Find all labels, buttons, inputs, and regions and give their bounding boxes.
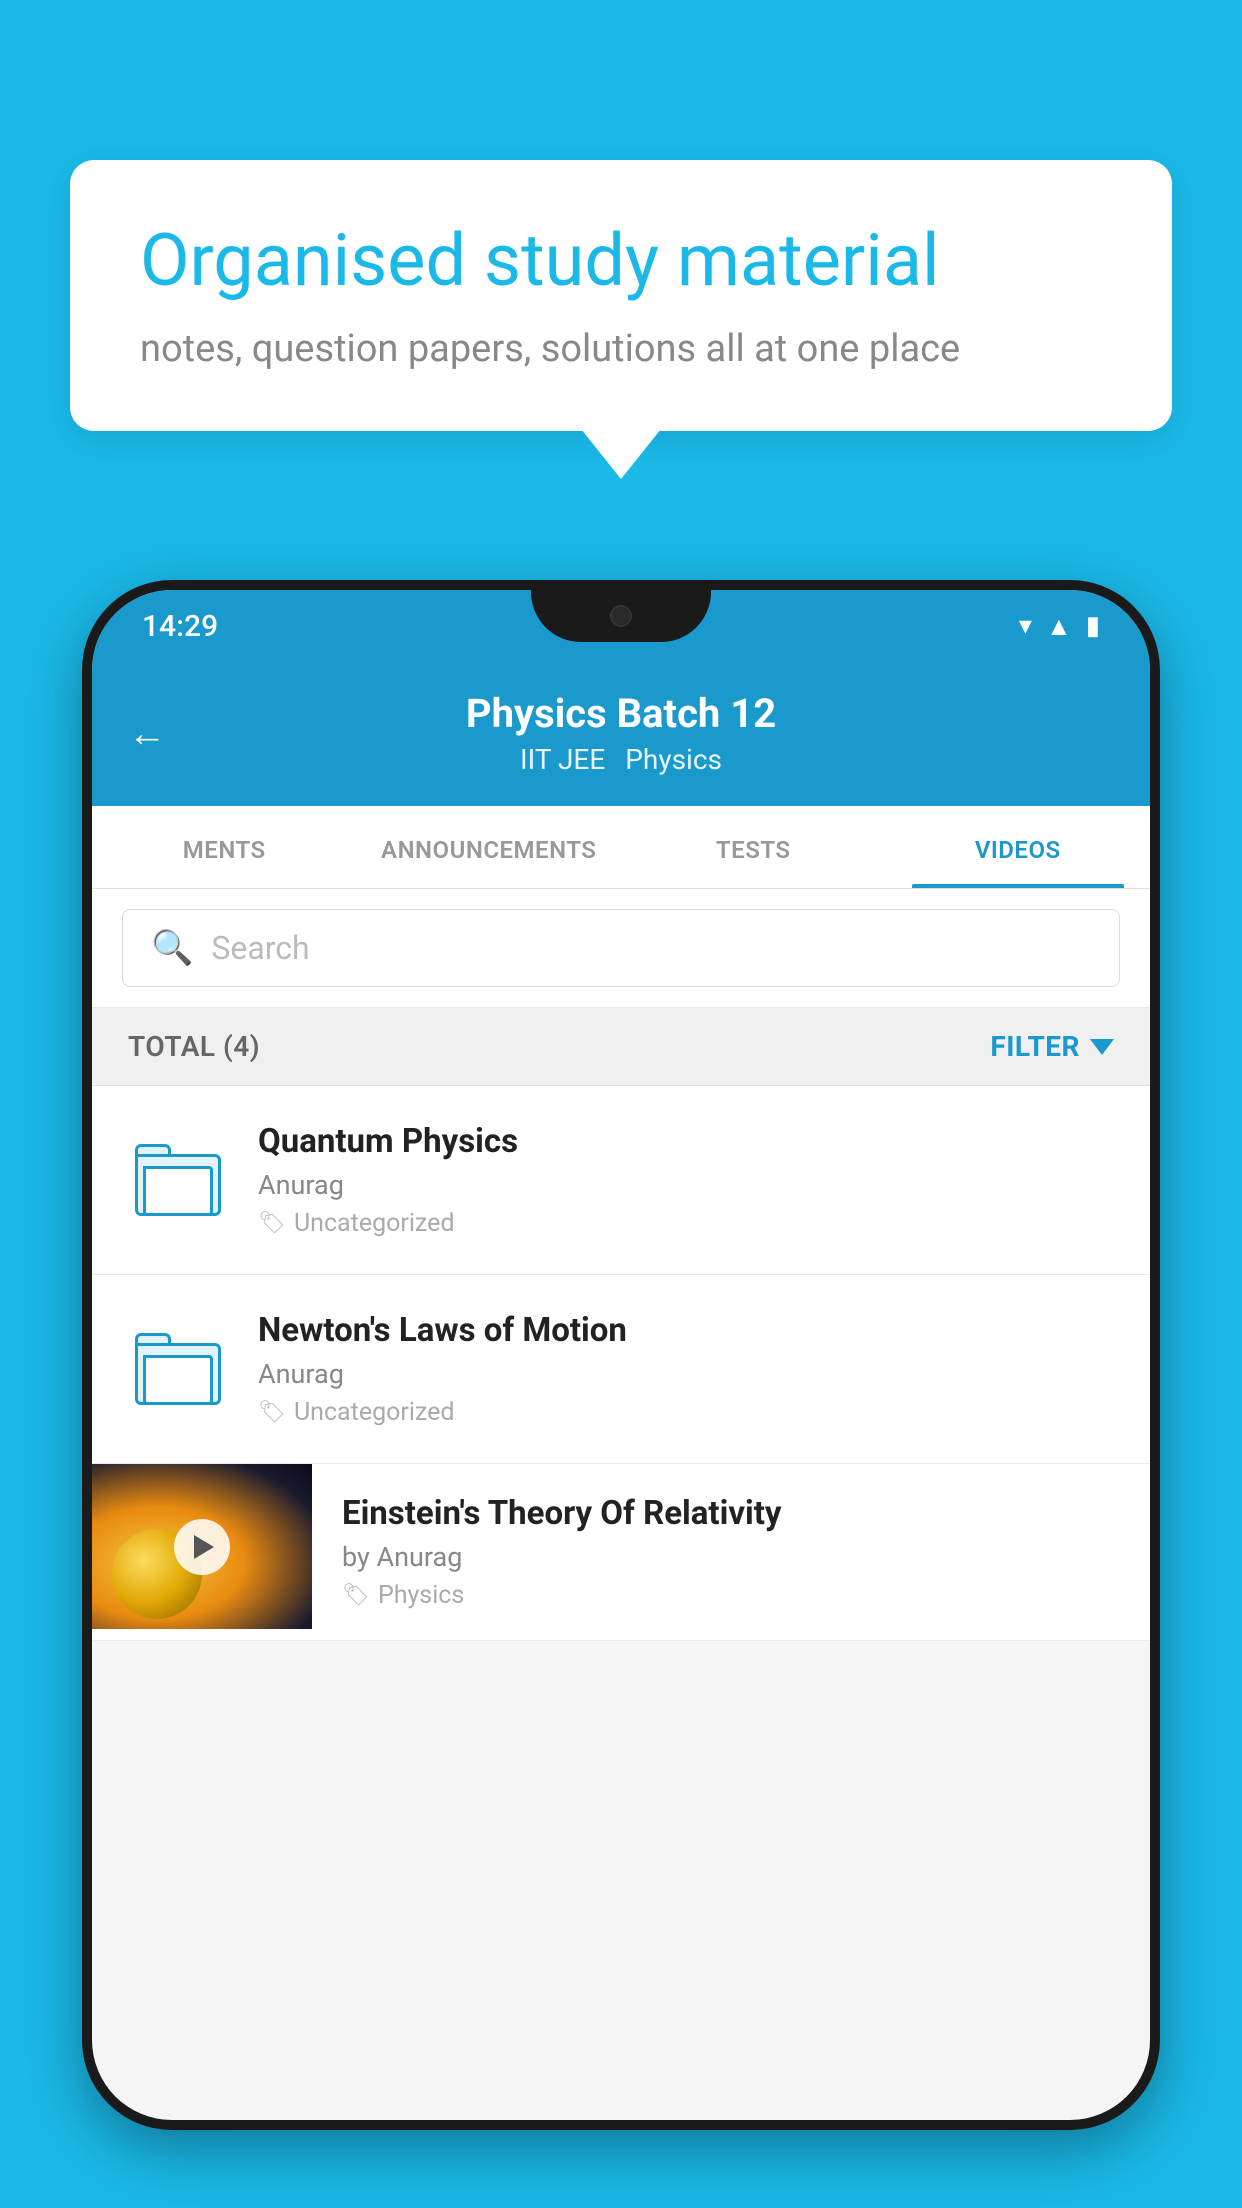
category-label: Physics [378,1581,464,1610]
category-label: Uncategorized [294,1209,455,1238]
video-list: Quantum Physics Anurag 🏷 Uncategorized [92,1086,1150,1641]
phone-screen: 14:29 ▾ ▲ ▮ ← Physics Batch 12 IIT JEE P… [92,590,1150,2120]
tag-icon: 🏷 [342,1583,370,1608]
tab-ments[interactable]: MENTS [92,806,357,888]
phone-frame: 14:29 ▾ ▲ ▮ ← Physics Batch 12 IIT JEE P… [82,580,1160,2208]
search-bar[interactable]: 🔍 Search [122,909,1120,987]
app-header: ← Physics Batch 12 IIT JEE Physics [92,662,1150,806]
phone-outer: 14:29 ▾ ▲ ▮ ← Physics Batch 12 IIT JEE P… [82,580,1160,2130]
filter-label: FILTER [990,1030,1080,1063]
bubble-subtitle: notes, question papers, solutions all at… [140,327,1102,371]
search-input[interactable]: Search [211,929,309,967]
bubble-title: Organised study material [140,220,1102,303]
page-title: Physics Batch 12 [466,690,776,737]
tab-tests[interactable]: TESTS [621,806,886,888]
header-tags: IIT JEE Physics [520,743,722,776]
play-icon [194,1535,214,1559]
header-tag-physics: Physics [625,743,722,776]
list-item[interactable]: Einstein's Theory Of Relativity by Anura… [92,1464,1150,1641]
speech-bubble: Organised study material notes, question… [70,160,1172,431]
video-title: Newton's Laws of Motion [258,1311,1114,1350]
status-bar: 14:29 ▾ ▲ ▮ [92,590,1150,662]
back-button[interactable]: ← [128,712,166,756]
video-category: 🏷 Uncategorized [258,1209,1114,1238]
folder-icon [135,1333,221,1405]
video-thumbnail-einstein [92,1464,312,1629]
search-wrap: 🔍 Search [92,889,1150,1008]
filter-icon [1090,1039,1114,1055]
tag-icon: 🏷 [258,1400,286,1425]
video-info-newton: Newton's Laws of Motion Anurag 🏷 Uncateg… [258,1311,1114,1427]
filter-button[interactable]: FILTER [990,1030,1114,1063]
video-author: Anurag [258,1169,1114,1201]
video-info-quantum: Quantum Physics Anurag 🏷 Uncategorized [258,1122,1114,1238]
folder-front [143,1166,213,1216]
search-icon: 🔍 [151,928,193,968]
header-tag-iitjee: IIT JEE [520,743,605,776]
folder-thumb-quantum [128,1130,228,1230]
tag-icon: 🏷 [258,1211,286,1236]
list-item[interactable]: Quantum Physics Anurag 🏷 Uncategorized [92,1086,1150,1275]
video-category: 🏷 Physics [342,1581,1120,1610]
video-author: Anurag [258,1358,1114,1390]
category-label: Uncategorized [294,1398,455,1427]
signal-icon: ▲ [1046,611,1072,642]
video-title: Einstein's Theory Of Relativity [342,1494,1120,1533]
video-info-einstein: Einstein's Theory Of Relativity by Anura… [312,1464,1150,1640]
video-title: Quantum Physics [258,1122,1114,1161]
folder-thumb-newton [128,1319,228,1419]
folder-icon [135,1144,221,1216]
video-author: by Anurag [342,1541,1120,1573]
battery-icon: ▮ [1086,611,1100,641]
tab-announcements[interactable]: ANNOUNCEMENTS [357,806,622,888]
filter-bar: TOTAL (4) FILTER [92,1008,1150,1086]
tabs-bar: MENTS ANNOUNCEMENTS TESTS VIDEOS [92,806,1150,889]
play-button[interactable] [174,1519,230,1575]
tab-videos[interactable]: VIDEOS [886,806,1151,888]
status-icons: ▾ ▲ ▮ [1019,611,1100,642]
camera-dot [610,605,632,627]
video-category: 🏷 Uncategorized [258,1398,1114,1427]
folder-front [143,1355,213,1405]
status-time: 14:29 [142,609,218,644]
wifi-icon: ▾ [1019,611,1032,641]
total-count: TOTAL (4) [128,1030,260,1063]
list-item[interactable]: Newton's Laws of Motion Anurag 🏷 Uncateg… [92,1275,1150,1464]
notch [531,590,711,642]
